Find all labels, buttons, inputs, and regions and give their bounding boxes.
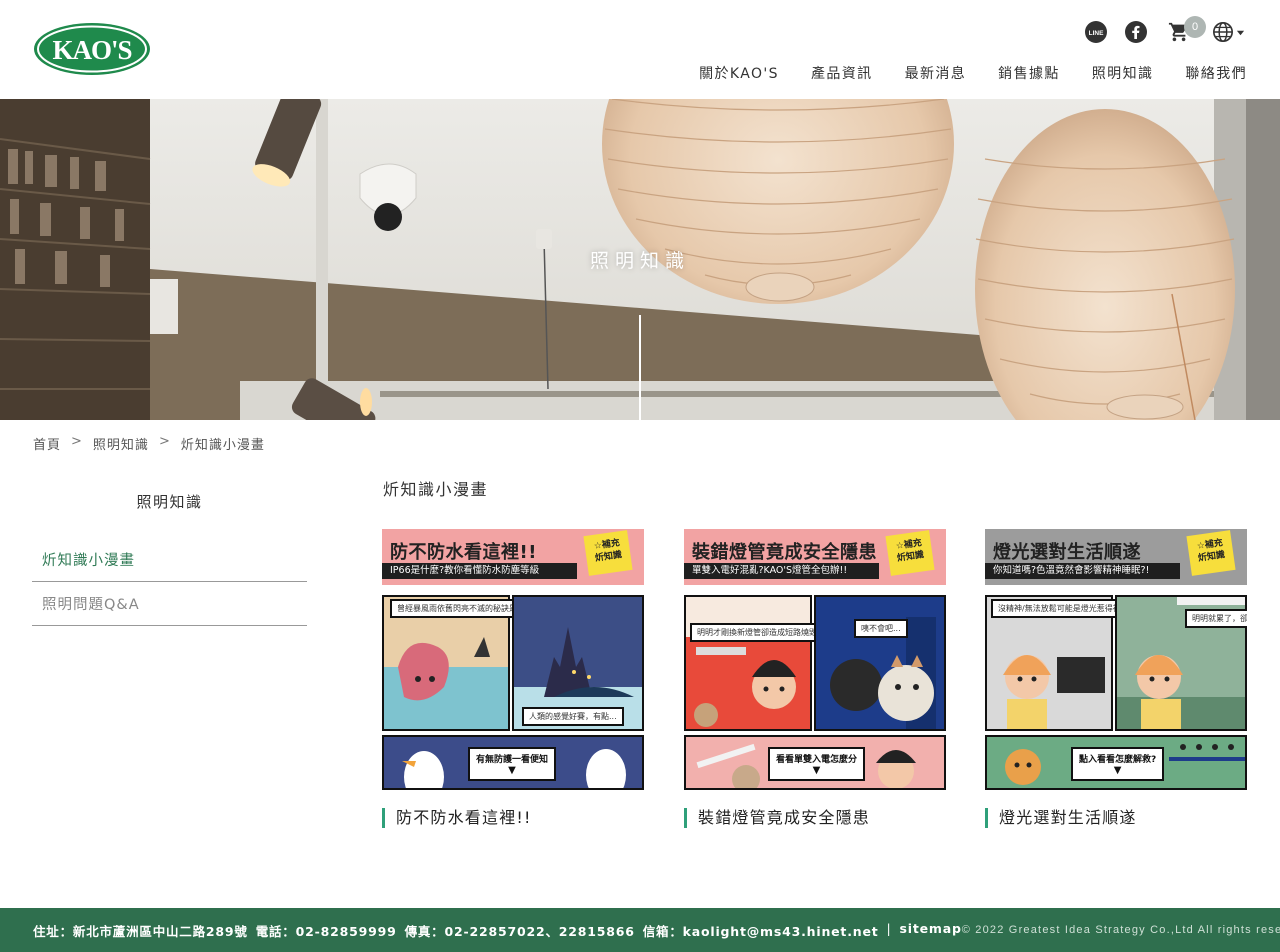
sticky-note: ☆補充 炘知識 bbox=[885, 530, 935, 576]
nav-stores[interactable]: 銷售據點 bbox=[998, 63, 1060, 83]
header-utilities: LINE 0 bbox=[1084, 16, 1246, 46]
comic-banner-title: 燈光選對生活順遂 bbox=[993, 542, 1141, 563]
main-nav: 關於KAO'S 產品資訊 最新消息 銷售據點 照明知識 聯絡我們 bbox=[699, 63, 1247, 83]
comic-banner: 防不防水看這裡!! IP66是什麼?教你看懂防水防塵等級 ☆補充 炘知識 bbox=[382, 529, 644, 585]
comic-thumbnail[interactable]: 燈光選對生活順遂 你知道嗎?色溫竟然會影響精神睡眠?! ☆補充 炘知識 沒精神/… bbox=[985, 529, 1247, 790]
sitemap-link[interactable]: sitemap bbox=[900, 921, 962, 940]
comic-banner-title: 防不防水看這裡!! bbox=[390, 542, 537, 563]
sidebar-item-comics[interactable]: 炘知識小漫畫 bbox=[32, 538, 307, 582]
breadcrumb-separator: > bbox=[71, 434, 83, 449]
comic-thumbnail[interactable]: 裝錯燈管竟成安全隱患 單雙入電好混亂?KAO'S燈管全包辦!! ☆補充 炘知識 … bbox=[684, 529, 946, 790]
nav-news[interactable]: 最新消息 bbox=[905, 63, 967, 83]
svg-text:LINE: LINE bbox=[1089, 30, 1104, 37]
speech-bubble: 明明就累了，卻睡不著... bbox=[1185, 609, 1247, 628]
footer-contact: 住址：新北市蘆洲區中山二路289號 電話：02-82859999 傳真：02-2… bbox=[33, 921, 962, 940]
comic-card-title[interactable]: 燈光選對生活順遂 bbox=[985, 808, 1247, 828]
hero-title: 照明知識 bbox=[589, 250, 690, 272]
speech-bubble: 沒精神/無法放鬆可能是燈光惹得禍! bbox=[991, 599, 1131, 618]
footer-fax: 傳真：02-22857022、22815866 bbox=[404, 923, 635, 939]
comic-card[interactable]: 防不防水看這裡!! IP66是什麼?教你看懂防水防塵等級 ☆補充 炘知識 曾經暴… bbox=[382, 529, 644, 828]
nav-about[interactable]: 關於KAO'S bbox=[699, 63, 779, 83]
comic-banner: 裝錯燈管竟成安全隱患 單雙入電好混亂?KAO'S燈管全包辦!! ☆補充 炘知識 bbox=[684, 529, 946, 585]
footer-phone: 電話：02-82859999 bbox=[255, 923, 397, 939]
footer-email[interactable]: 信箱：kaolight@ms43.hinet.net bbox=[643, 921, 879, 940]
comic-caption: 點入看看怎麼解救? ▼ bbox=[1071, 747, 1165, 781]
site-header: KAO'S LINE 0 關於KAO'S 產品資訊 最新消息 銷售據點 照明知識… bbox=[0, 0, 1280, 99]
breadcrumb-current[interactable]: 炘知識小漫畫 bbox=[181, 434, 265, 453]
comic-banner-subtitle: IP66是什麼?教你看懂防水防塵等級 bbox=[382, 563, 577, 579]
comic-card[interactable]: 裝錯燈管竟成安全隱患 單雙入電好混亂?KAO'S燈管全包辦!! ☆補充 炘知識 … bbox=[684, 529, 946, 828]
nav-contact[interactable]: 聯絡我們 bbox=[1185, 63, 1247, 83]
caret-down-icon bbox=[1236, 30, 1244, 35]
footer-divider: | bbox=[886, 920, 892, 936]
breadcrumb: 首頁 > 照明知識 > 炘知識小漫畫 bbox=[33, 434, 265, 453]
comic-card[interactable]: 燈光選對生活順遂 你知道嗎?色溫竟然會影響精神睡眠?! ☆補充 炘知識 沒精神/… bbox=[985, 529, 1247, 828]
breadcrumb-separator: > bbox=[158, 434, 171, 449]
comic-banner: 燈光選對生活順遂 你知道嗎?色溫竟然會影響精神睡眠?! ☆補充 炘知識 bbox=[985, 529, 1247, 585]
site-footer: 住址：新北市蘆洲區中山二路289號 電話：02-82859999 傳真：02-2… bbox=[0, 908, 1280, 952]
sidebar-title: 照明知識 bbox=[136, 493, 203, 511]
sticky-note: ☆補充 炘知識 bbox=[1186, 530, 1236, 576]
comic-caption: 看看單雙入電怎麼分 ▼ bbox=[768, 747, 866, 781]
breadcrumb-home[interactable]: 首頁 bbox=[33, 434, 61, 453]
hero-banner: 照明知識 bbox=[0, 99, 1280, 420]
line-icon[interactable]: LINE bbox=[1084, 20, 1108, 44]
facebook-icon[interactable] bbox=[1124, 20, 1148, 44]
footer-address: 住址：新北市蘆洲區中山二路289號 bbox=[33, 923, 248, 939]
sidebar-item-qa[interactable]: 照明問題Q&A bbox=[32, 582, 307, 626]
sticky-note: ☆補充 炘知識 bbox=[583, 530, 633, 576]
globe-icon bbox=[1212, 22, 1233, 42]
speech-bubble: 咦不會吧... bbox=[854, 619, 908, 638]
comic-card-title[interactable]: 防不防水看這裡!! bbox=[382, 808, 644, 828]
footer-copyright: © 2022 Greatest Idea Strategy Co.,Ltd Al… bbox=[961, 924, 1280, 936]
page-title: 炘知識小漫畫 bbox=[383, 480, 489, 499]
svg-text:KAO'S: KAO'S bbox=[52, 35, 131, 65]
comic-banner-title: 裝錯燈管竟成安全隱患 bbox=[692, 542, 877, 563]
comic-card-title[interactable]: 裝錯燈管竟成安全隱患 bbox=[684, 808, 946, 828]
nav-products[interactable]: 產品資訊 bbox=[811, 63, 873, 83]
comic-panel bbox=[814, 595, 946, 731]
comic-banner-subtitle: 單雙入電好混亂?KAO'S燈管全包辦!! bbox=[684, 563, 879, 579]
comic-thumbnail[interactable]: 防不防水看這裡!! IP66是什麼?教你看懂防水防塵等級 ☆補充 炘知識 曾經暴… bbox=[382, 529, 644, 790]
speech-bubble: 人類的感覺好賽，有點... bbox=[522, 707, 624, 726]
hero-divider-line bbox=[639, 315, 641, 420]
kaos-logo[interactable]: KAO'S bbox=[33, 22, 151, 76]
cart-icon[interactable]: 0 bbox=[1164, 16, 1206, 44]
comic-banner-subtitle: 你知道嗎?色溫竟然會影響精神睡眠?! bbox=[985, 563, 1180, 579]
nav-lighting-knowledge[interactable]: 照明知識 bbox=[1092, 63, 1154, 83]
cart-count-badge: 0 bbox=[1184, 16, 1206, 38]
comic-caption: 有無防護一看便知 ▼ bbox=[468, 747, 557, 781]
breadcrumb-lighting-knowledge[interactable]: 照明知識 bbox=[93, 434, 149, 453]
comic-panel bbox=[684, 595, 812, 731]
sidebar-menu: 炘知識小漫畫 照明問題Q&A bbox=[32, 538, 307, 626]
language-selector[interactable] bbox=[1210, 20, 1246, 44]
